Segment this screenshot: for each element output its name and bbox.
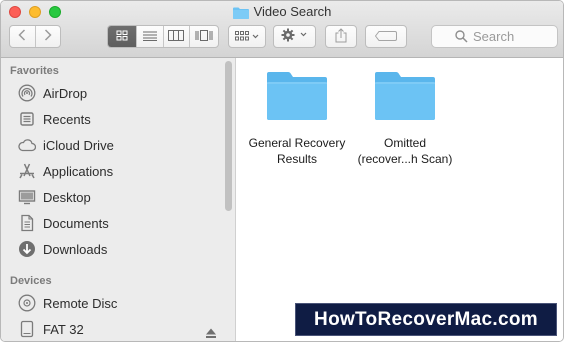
tag-icon: [374, 29, 397, 44]
sidebar-item-desktop[interactable]: Desktop: [17, 186, 91, 208]
forward-button[interactable]: [36, 26, 61, 47]
file-name-line: Omitted: [383, 136, 426, 150]
icon-view-icon: [116, 28, 128, 46]
file-name-line: (recover...h Scan): [357, 152, 453, 166]
action-menu-button[interactable]: [273, 25, 316, 48]
sidebar-item-label: Recents: [43, 111, 91, 127]
sidebar-item-fat32[interactable]: FAT 32: [17, 318, 84, 340]
sidebar-item-label: Remote Disc: [43, 295, 118, 311]
group-icon: [235, 29, 259, 44]
chevron-left-icon: [18, 28, 26, 46]
share-icon: [335, 27, 347, 46]
group-by-button[interactable]: [228, 25, 266, 48]
sidebar-item-label: iCloud Drive: [43, 137, 114, 153]
downloads-icon: [17, 239, 37, 259]
window-title: Video Search: [253, 4, 332, 19]
sidebar-item-label: AirDrop: [43, 85, 88, 101]
sidebar-scrollbar[interactable]: [225, 61, 232, 211]
sidebar-item-label: Documents: [43, 215, 109, 231]
file-name-line: General Recovery: [248, 136, 346, 150]
sidebar-item-airdrop[interactable]: AirDrop: [17, 82, 87, 104]
file-name-line: Results: [276, 152, 317, 166]
navigation-buttons: [9, 25, 61, 48]
sidebar-item-recents[interactable]: Recents: [17, 108, 91, 130]
back-button[interactable]: [10, 26, 36, 47]
edit-tags-button[interactable]: [365, 25, 407, 48]
eject-icon[interactable]: [205, 326, 217, 338]
folder-icon: [232, 6, 249, 19]
window-title-bar: Video Search: [1, 4, 563, 21]
sidebar-item-label: Desktop: [43, 189, 91, 205]
applications-icon: [17, 161, 37, 181]
share-button[interactable]: [325, 25, 357, 48]
gear-icon: [281, 28, 309, 45]
folder-general-recovery-results[interactable]: General Recovery Results: [237, 71, 357, 167]
documents-icon: [17, 213, 37, 233]
watermark-banner: HowToRecoverMac.com: [295, 303, 557, 336]
file-name: Omitted (recover...h Scan): [345, 135, 465, 167]
sidebar-item-applications[interactable]: Applications: [17, 160, 113, 182]
file-name: General Recovery Results: [237, 135, 357, 167]
column-view-icon: [168, 28, 185, 46]
sidebar-item-downloads[interactable]: Downloads: [17, 238, 107, 260]
sidebar-heading-devices: Devices: [10, 275, 52, 287]
finder-window: Video Search Search Favorites AirDrop Re…: [0, 0, 564, 342]
sidebar-item-label: FAT 32: [43, 321, 84, 337]
column-view-button[interactable]: [164, 26, 191, 47]
chevron-right-icon: [44, 28, 52, 46]
search-icon: [455, 30, 468, 48]
cover-flow-icon: [195, 28, 213, 46]
remote-disc-icon: [17, 293, 37, 313]
watermark-text: HowToRecoverMac.com: [314, 308, 538, 330]
sidebar-item-label: Downloads: [43, 241, 108, 257]
view-mode-control: [107, 25, 219, 48]
sidebar-item-label: Applications: [43, 163, 114, 179]
icloud-icon: [17, 135, 37, 155]
folder-omitted[interactable]: Omitted (recover...h Scan): [345, 71, 465, 167]
folder-icon: [266, 71, 328, 121]
recents-icon: [17, 109, 37, 129]
sidebar-item-documents[interactable]: Documents: [17, 212, 109, 234]
folder-icon: [374, 71, 436, 121]
icon-view-button[interactable]: [108, 26, 137, 47]
drive-icon: [17, 319, 37, 339]
sidebar: Favorites AirDrop Recents iCloud Drive A…: [1, 58, 236, 341]
desktop-icon: [17, 187, 37, 207]
toolbar: Video Search Search: [1, 1, 563, 58]
airdrop-icon: [17, 83, 37, 103]
sidebar-item-icloud-drive[interactable]: iCloud Drive: [17, 134, 114, 156]
sidebar-item-remote-disc[interactable]: Remote Disc: [17, 292, 117, 314]
search-field[interactable]: Search: [431, 25, 558, 48]
list-view-button[interactable]: [137, 26, 164, 47]
cover-flow-view-button[interactable]: [190, 26, 218, 47]
search-placeholder: Search: [473, 29, 515, 44]
file-browser-content: General Recovery Results Omitted (recove…: [237, 58, 563, 341]
sidebar-heading-favorites: Favorites: [10, 65, 59, 77]
list-view-icon: [142, 28, 157, 46]
